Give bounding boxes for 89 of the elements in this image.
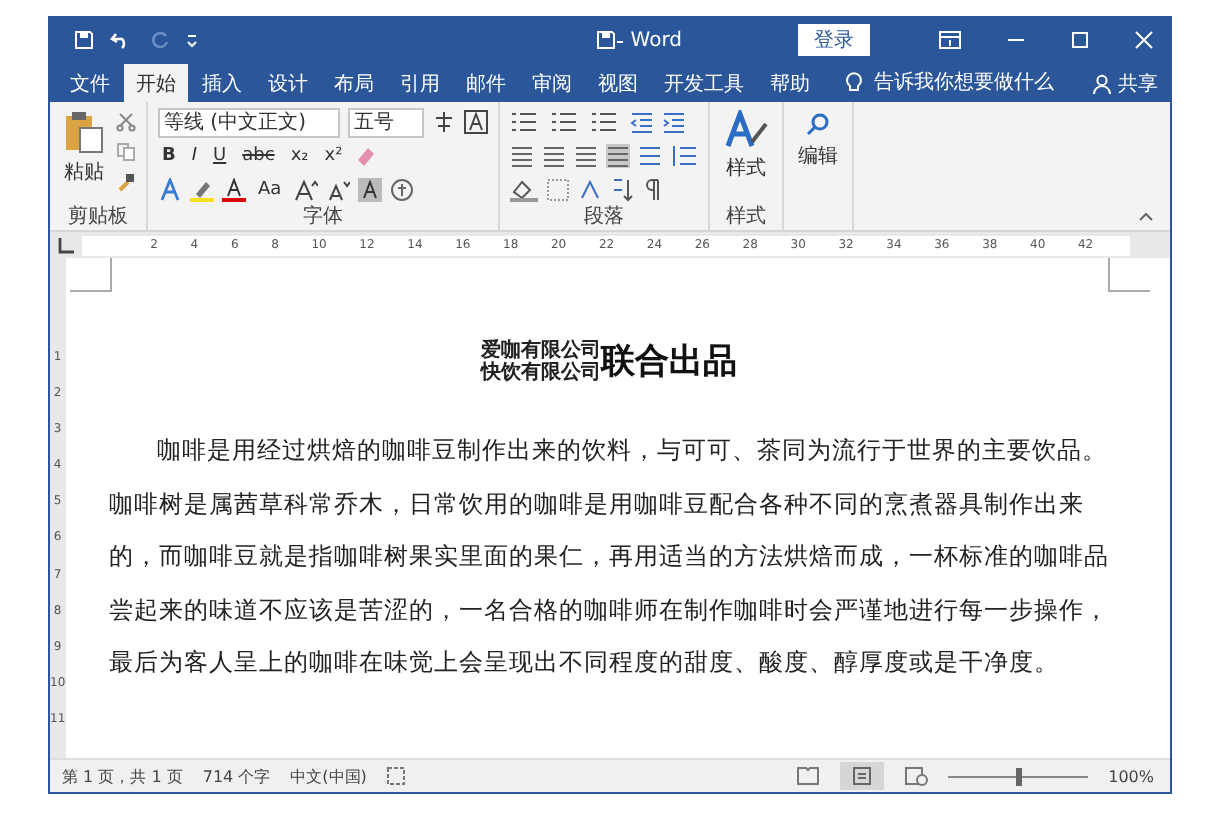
ribbon-tab[interactable]: 设计 [256, 64, 320, 102]
page-count[interactable]: 第 1 页，共 1 页 [62, 765, 183, 787]
text-line: 的，而咖啡豆就是指咖啡树果实里面的果仁，再用适当的方法烘焙而成，一杯标准的咖啡品 [109, 540, 1110, 574]
company-name: 爱咖有限公司 [481, 339, 602, 361]
format-button[interactable]: B [158, 144, 180, 168]
format-button[interactable]: x² [320, 144, 347, 168]
styles-icon [723, 110, 768, 150]
text-line: 最后为客人呈上的咖啡在味觉上会呈现出不同程度的甜度、酸度、醇厚度或是干净度。 [109, 646, 1062, 680]
tab-stop-icon[interactable] [58, 237, 74, 253]
align-icon[interactable] [509, 144, 534, 168]
company-name: 快饮有限公司 [481, 361, 602, 383]
text-effects-icon[interactable] [158, 178, 182, 202]
decrease-indent-icon[interactable] [629, 110, 654, 134]
zoom-slider-thumb[interactable] [1015, 767, 1022, 785]
page-icon [852, 766, 873, 786]
list-icon[interactable] [509, 110, 542, 134]
list-icon[interactable] [589, 110, 622, 134]
line-spacing-icon[interactable] [669, 144, 698, 168]
print-layout-view-button[interactable] [840, 762, 885, 790]
shrink-font-icon[interactable] [325, 178, 350, 202]
format-button[interactable]: abc [238, 144, 279, 168]
font-size-dropdown[interactable]: 五号 [347, 107, 424, 137]
text-line: 咖啡是用经过烘焙的咖啡豆制作出来的饮料，与可可、茶同为流行于世界的主要饮品。 [155, 434, 1110, 468]
borders-icon[interactable] [545, 178, 570, 202]
customize-icon[interactable] [186, 30, 198, 50]
character-shading-icon[interactable] [357, 178, 382, 202]
paragraph-mark-icon[interactable] [641, 178, 662, 202]
document-icon [596, 30, 625, 50]
group-label: 段落 [583, 206, 624, 230]
share-button[interactable]: 共享 [1118, 66, 1170, 102]
collapse-ribbon-icon[interactable] [1138, 212, 1154, 222]
increase-indent-icon[interactable] [661, 110, 686, 134]
paste-button[interactable]: 粘贴 [60, 106, 108, 190]
group-label: 字体 [302, 206, 343, 230]
text-line: 咖啡树是属茜草科常乔木，日常饮用的咖啡是用咖啡豆配合各种不同的烹煮器具制作出来 [109, 487, 1087, 521]
person-icon [1092, 74, 1112, 94]
ribbon-display-icon[interactable] [938, 30, 962, 50]
character-border-icon[interactable] [463, 110, 488, 134]
redo-icon [150, 30, 170, 50]
web-layout-icon[interactable] [904, 766, 929, 786]
ribbon-tab[interactable]: 文件 [58, 64, 122, 102]
clipboard-icon [64, 110, 104, 154]
crop-mark [69, 258, 112, 292]
ribbon-tab[interactable]: 帮助 [758, 64, 822, 102]
zoom-level[interactable]: 100% [1108, 767, 1154, 785]
text-line: 尝起来的味道不应该是苦涩的，一名合格的咖啡师在制作咖啡时会严谨地进行每一步操作， [109, 593, 1110, 627]
distributed-icon[interactable] [637, 144, 662, 168]
highlighter-icon[interactable] [190, 178, 214, 202]
align-icon[interactable] [573, 144, 598, 168]
scissors-icon[interactable] [116, 112, 136, 132]
ribbon-tab[interactable]: 引用 [388, 64, 452, 102]
login-button[interactable]: 登录 [798, 24, 870, 56]
font-color-icon[interactable] [222, 178, 246, 202]
group-label: 样式 [725, 206, 766, 230]
ribbon-tab[interactable]: 审阅 [520, 64, 584, 102]
close-icon[interactable] [1134, 30, 1154, 50]
lightbulb-icon [844, 70, 864, 94]
change-case-button[interactable]: Aa [254, 178, 286, 202]
crop-mark [1107, 258, 1150, 292]
language-status[interactable]: 中文(中国) [290, 765, 367, 787]
ribbon-tab[interactable]: 邮件 [454, 64, 518, 102]
ribbon-tab[interactable]: 视图 [586, 64, 650, 102]
paintbrush-icon[interactable] [116, 172, 136, 192]
ribbon-tab[interactable]: 开发工具 [652, 64, 756, 102]
maximize-icon[interactable] [1070, 30, 1090, 50]
shading-icon[interactable] [509, 178, 538, 202]
document-title: 联合出品 [601, 340, 738, 384]
read-mode-icon[interactable] [796, 766, 821, 786]
format-button[interactable]: x₂ [286, 144, 313, 168]
search-icon [803, 110, 832, 138]
save-icon[interactable] [74, 30, 94, 50]
align-icon[interactable] [541, 144, 566, 168]
grow-font-icon[interactable] [293, 178, 318, 202]
styles-button[interactable]: 样式 [719, 106, 772, 186]
word-count[interactable]: 714 个字 [202, 765, 271, 787]
ribbon-tab[interactable]: 开始 [124, 64, 188, 102]
sort-icon[interactable] [609, 178, 634, 202]
list-icon[interactable] [549, 110, 582, 134]
align-icon[interactable] [605, 144, 630, 168]
editing-button[interactable]: 编辑 [793, 106, 842, 174]
ribbon-tab[interactable]: 插入 [190, 64, 254, 102]
group-label: 剪贴板 [68, 206, 128, 230]
format-button[interactable]: U [209, 144, 231, 168]
window-title: Word [630, 29, 682, 51]
ribbon-tab[interactable]: 布局 [322, 64, 386, 102]
macro-icon[interactable] [386, 766, 407, 786]
format-button[interactable]: I [187, 144, 202, 168]
font-name-dropdown[interactable]: 等线 (中文正文) [158, 107, 340, 137]
tell-me-field[interactable]: 告诉我你想要做什么 [874, 68, 1054, 100]
